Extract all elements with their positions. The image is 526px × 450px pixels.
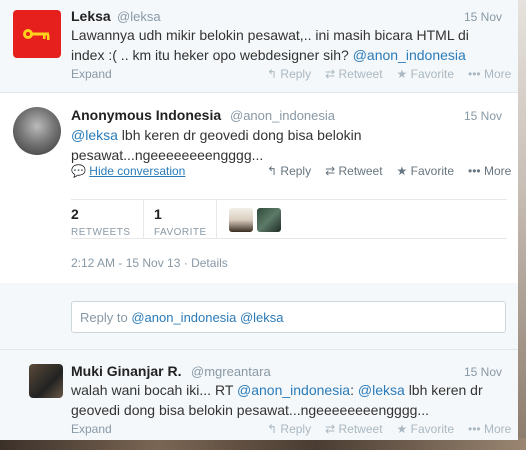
key-icon: [23, 29, 50, 40]
reply-label: Reply: [280, 422, 312, 436]
details-link[interactable]: Details: [191, 256, 228, 270]
tweet-text-colon: :: [350, 382, 354, 398]
reply-mention: @anon_indonesia: [131, 310, 237, 325]
retweet-icon: ⇄: [325, 67, 336, 81]
ellipsis-icon: •••: [468, 67, 481, 81]
tweet-actions: ↰ Reply ⇄ Retweet ★ Favorite ••• More: [267, 164, 511, 178]
mention-link[interactable]: @anon_indonesia: [237, 382, 350, 398]
reply-input[interactable]: Reply to @anon_indonesia @leksa: [71, 301, 506, 333]
expand-link[interactable]: Expand: [71, 422, 112, 436]
timeline-panel: Leksa @leksa 15 Nov Lawannya udh mikir b…: [0, 0, 518, 440]
expand-link[interactable]: Expand: [71, 67, 112, 81]
retweet-button[interactable]: ⇄ Retweet: [325, 422, 382, 436]
star-icon: ★: [396, 164, 408, 178]
tweet-text: walah wani bocah iki... RT @anon_indones…: [71, 380, 491, 420]
favorite-button[interactable]: ★ Favorite: [397, 164, 454, 178]
tweet-stats: 2 RETWEETS 1 FAVORITE: [71, 199, 507, 239]
more-label: More: [483, 67, 512, 81]
retweet-icon: ⇄: [325, 422, 336, 436]
favorite-label: Favorite: [410, 164, 454, 178]
ellipsis-icon: •••: [468, 164, 481, 178]
favoriter-avatar[interactable]: [229, 208, 253, 232]
more-button[interactable]: ••• More: [468, 164, 511, 178]
reply-label: Reply: [280, 164, 312, 178]
more-label: More: [483, 164, 512, 178]
mention-link[interactable]: @leksa: [71, 127, 118, 143]
tweet-actions: ↰ Reply ⇄ Retweet ★ Favorite ••• More: [267, 67, 511, 81]
avatar-leksa[interactable]: [13, 10, 61, 58]
timestamp-text[interactable]: 2:12 AM - 15 Nov 13: [71, 256, 180, 270]
tweet-text: @leksa lbh keren dr geovedi dong bisa be…: [71, 125, 401, 165]
hide-conversation-link[interactable]: 💬 Hide conversation: [71, 164, 185, 178]
reply-area: Reply to @anon_indonesia @leksa: [0, 283, 518, 349]
tweet-text: Lawannya udh mikir belokin pesawat,.. in…: [71, 25, 491, 65]
retweet-icon: ⇄: [325, 164, 336, 178]
retweet-button[interactable]: ⇄ Retweet: [325, 67, 382, 81]
more-button[interactable]: ••• More: [468, 67, 511, 81]
speech-bubble-icon: 💬: [71, 164, 86, 178]
author-handle[interactable]: @mgreantara: [191, 364, 271, 379]
more-button[interactable]: ••• More: [468, 422, 511, 436]
reply-arrow-icon: ↰: [267, 422, 278, 436]
more-label: More: [483, 422, 512, 436]
timestamp-separator: ·: [183, 256, 188, 270]
favorite-label: Favorite: [410, 67, 454, 81]
tweet-leksa[interactable]: Leksa @leksa 15 Nov Lawannya udh mikir b…: [0, 0, 518, 93]
reply-button[interactable]: ↰ Reply: [267, 422, 311, 436]
favoriter-avatar[interactable]: [257, 208, 281, 232]
favorite-label: Favorite: [410, 422, 454, 436]
favorites-label: FAVORITE: [154, 227, 207, 238]
tweet-time[interactable]: 15 Nov: [464, 109, 502, 123]
avatar-anon-indonesia[interactable]: [13, 107, 61, 155]
retweets-stat[interactable]: 2 RETWEETS: [71, 206, 131, 238]
favorites-count: 1: [154, 206, 162, 222]
reply-button[interactable]: ↰ Reply: [267, 164, 311, 178]
reply-label: Reply: [280, 67, 312, 81]
ellipsis-icon: •••: [468, 422, 481, 436]
retweet-button[interactable]: ⇄ Retweet: [325, 164, 382, 178]
retweet-label: Retweet: [338, 422, 383, 436]
star-icon: ★: [396, 422, 408, 436]
retweets-label: RETWEETS: [71, 227, 131, 238]
tweet-actions: ↰ Reply ⇄ Retweet ★ Favorite ••• More: [267, 422, 511, 436]
favorites-stat[interactable]: 1 FAVORITE: [154, 206, 207, 238]
author-handle[interactable]: @anon_indonesia: [230, 108, 335, 123]
retweet-label: Retweet: [338, 164, 383, 178]
avatar-mgreantara[interactable]: [29, 364, 63, 398]
reply-button[interactable]: ↰ Reply: [267, 67, 311, 81]
reply-mention: @leksa: [239, 310, 284, 325]
reply-arrow-icon: ↰: [267, 67, 278, 81]
tweet-time[interactable]: 15 Nov: [464, 10, 502, 24]
author-handle[interactable]: @leksa: [117, 9, 161, 24]
retweets-count: 2: [71, 206, 79, 222]
star-icon: ★: [396, 67, 408, 81]
author-name[interactable]: Leksa: [71, 8, 111, 24]
hide-conversation-label: Hide conversation: [89, 164, 186, 178]
author-name[interactable]: Muki Ginanjar R.: [71, 363, 181, 379]
author-name[interactable]: Anonymous Indonesia: [71, 107, 221, 123]
favorite-button[interactable]: ★ Favorite: [397, 422, 454, 436]
favorite-button[interactable]: ★ Favorite: [397, 67, 454, 81]
reply-prefix: Reply to: [80, 310, 128, 325]
mention-link[interactable]: @leksa: [358, 382, 405, 398]
tweet-mgreantara[interactable]: Muki Ginanjar R. @mgreantara 15 Nov wala…: [0, 350, 518, 440]
retweet-label: Retweet: [338, 67, 383, 81]
tweet-timestamp: 2:12 AM - 15 Nov 13 · Details: [71, 256, 228, 270]
stats-divider: [143, 200, 144, 238]
mention-link[interactable]: @anon_indonesia: [353, 47, 466, 63]
reply-arrow-icon: ↰: [267, 164, 278, 178]
tweet-text-prefix: walah wani bocah iki... RT: [71, 382, 234, 398]
tweet-time[interactable]: 15 Nov: [464, 365, 502, 379]
tweet-anon-indonesia[interactable]: Anonymous Indonesia @anon_indonesia 15 N…: [0, 93, 518, 350]
stats-divider: [216, 200, 217, 238]
